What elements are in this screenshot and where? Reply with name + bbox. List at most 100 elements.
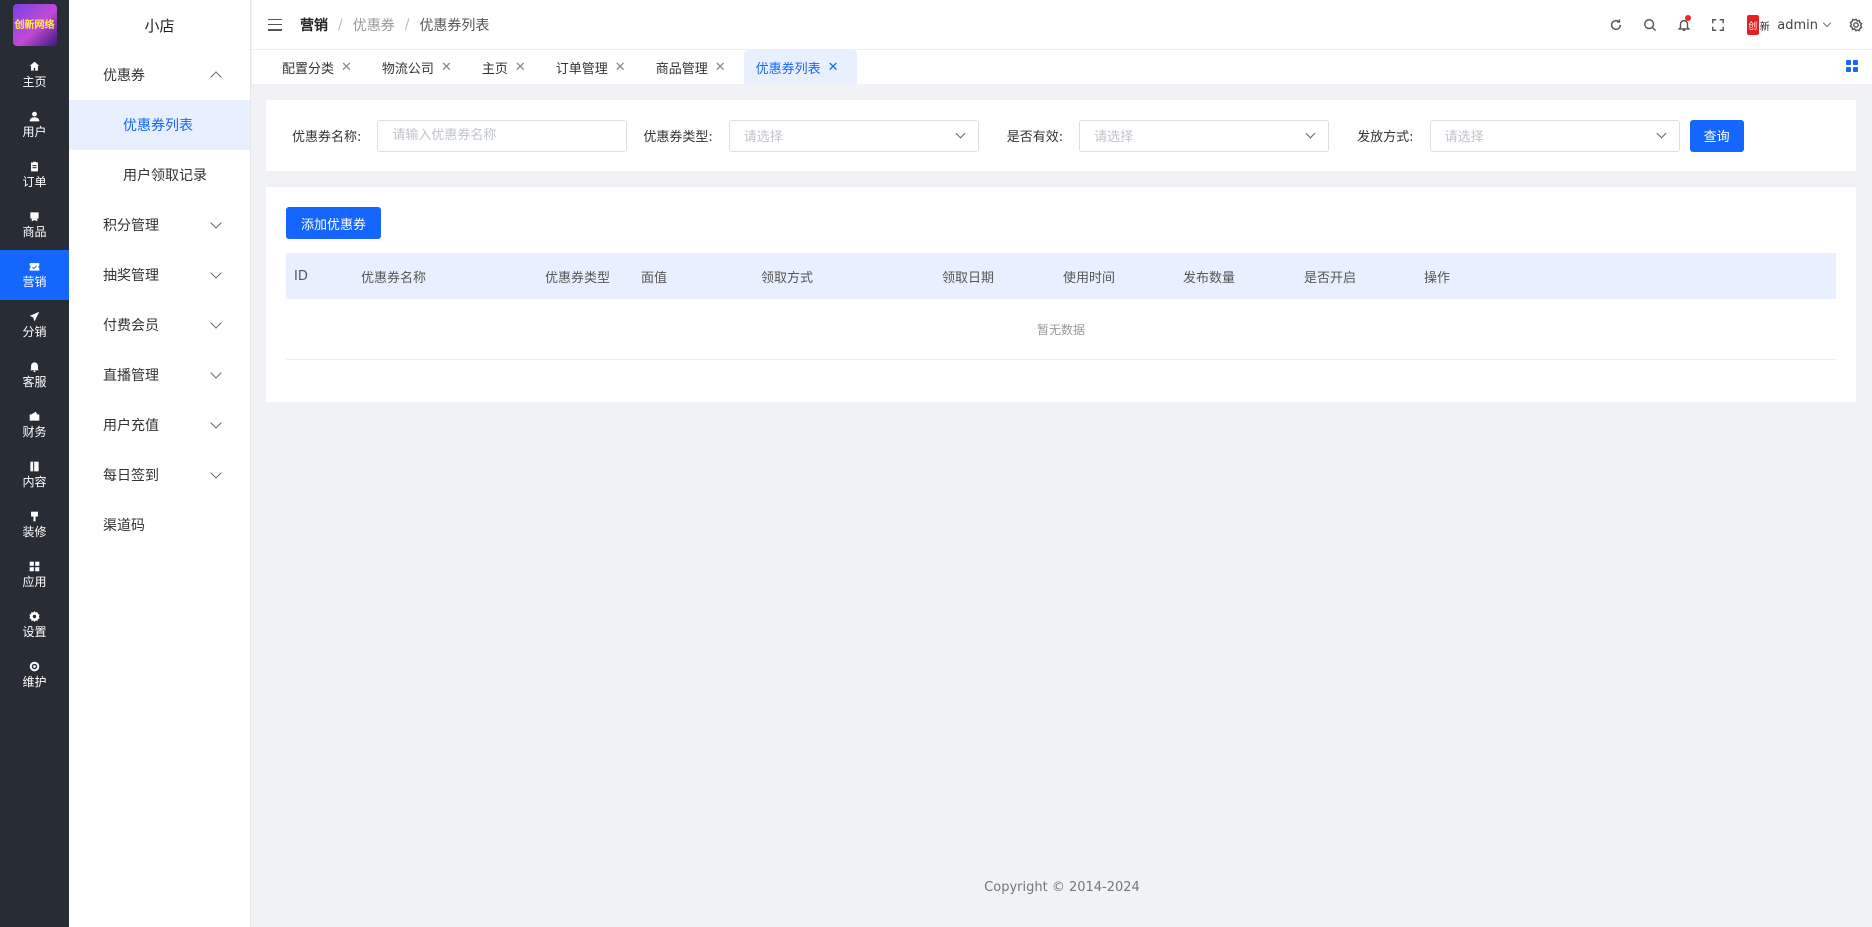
query-button[interactable]: 查询 [1689, 119, 1744, 152]
tab-item[interactable]: 配置分类 ✕ [270, 50, 370, 84]
collapse-menu-icon[interactable] [268, 18, 282, 31]
chevron-down-icon [210, 417, 222, 429]
circle-gear-icon [29, 661, 40, 672]
table-column-header: 领取日期 [942, 270, 995, 286]
menu-group-label: 用户充值 [103, 418, 159, 434]
menu-item-label: 渠道码 [103, 518, 145, 534]
shop-name: 小店 [144, 16, 175, 35]
rail-item-label: 订单 [22, 175, 47, 189]
breadcrumb-item: 优惠券列表 [419, 17, 490, 34]
menu-group-coupon[interactable]: 优惠券 [69, 50, 250, 100]
rail-item-gear[interactable]: 设置 [0, 600, 69, 650]
table-column-header: ID [294, 268, 308, 284]
tab-label: 商品管理 [655, 61, 708, 77]
rail-item-ticket[interactable]: 营销 [0, 250, 69, 300]
table-column-header: 优惠券名称 [361, 270, 427, 286]
add-coupon-button[interactable]: 添加优惠券 [286, 207, 382, 239]
breadcrumb: 营销 / 优惠券 / 优惠券列表 [300, 15, 489, 35]
menu-group-label: 直播管理 [103, 368, 159, 384]
rail-item-label: 应用 [22, 575, 47, 589]
search-icon[interactable] [1633, 0, 1667, 50]
rail-item-grid[interactable]: 应用 [0, 550, 69, 600]
close-icon[interactable]: ✕ [615, 60, 626, 75]
logo[interactable]: 创新网络 [0, 0, 69, 50]
clipboard-icon [29, 161, 40, 172]
rail-item-label: 装修 [22, 525, 47, 539]
breadcrumb-item[interactable]: 优惠券 [353, 15, 395, 35]
menu-item-receive-records[interactable]: 用户领取记录 [69, 150, 250, 200]
menu-group-item[interactable]: 抽奖管理 [69, 250, 250, 300]
select-placeholder: 请选择 [1094, 130, 1134, 145]
avatar[interactable]: 创 新 [1745, 12, 1772, 38]
close-icon[interactable]: ✕ [341, 60, 352, 75]
menu-group-item[interactable]: 每日签到 [69, 450, 250, 500]
coupon-type-select[interactable]: 请选择 [728, 119, 979, 152]
bell-icon[interactable] [1667, 0, 1701, 50]
rail-item-wallet[interactable]: 财务 [0, 400, 69, 450]
tab-item[interactable]: 主页 ✕ [470, 50, 544, 84]
rail-item-clipboard[interactable]: 订单 [0, 150, 69, 200]
tab-item[interactable]: 物流公司 ✕ [370, 50, 470, 84]
rail-item-label: 客服 [22, 375, 47, 389]
breadcrumb-separator: / [338, 16, 343, 33]
rail-item-label: 维护 [22, 675, 47, 689]
avatar-text: 新 [1759, 21, 1770, 33]
tab-item[interactable]: 优惠券列表 ✕ [743, 50, 857, 84]
home-icon [29, 61, 40, 72]
rail-item-label: 主页 [22, 75, 47, 89]
rail-item-label: 内容 [22, 475, 47, 489]
rail-item-user[interactable]: 用户 [0, 100, 69, 150]
send-icon [29, 311, 40, 322]
rail-item-send[interactable]: 分销 [0, 300, 69, 350]
chevron-down-icon[interactable] [1822, 18, 1832, 28]
rail-item-home[interactable]: 主页 [0, 50, 69, 100]
settings-gear-icon[interactable] [1844, 0, 1868, 50]
username[interactable]: admin [1777, 18, 1818, 33]
chevron-down-icon [1305, 128, 1316, 139]
fullscreen-icon[interactable] [1701, 0, 1735, 50]
logo-mark: 创新网络 [12, 4, 57, 46]
grid-icon [29, 561, 40, 572]
rail-item-label: 用户 [22, 125, 47, 139]
rail-item-box[interactable]: 商品 [0, 200, 69, 250]
tab-label: 主页 [481, 61, 508, 77]
tab-item[interactable]: 商品管理 ✕ [644, 50, 744, 84]
main-nav-rail: 创新网络 主页用户订单商品 营销 分销客服财务内容装修应用设置维护 [0, 0, 69, 927]
menu-item-coupon-list[interactable]: 优惠券列表 [69, 100, 250, 150]
close-icon[interactable]: ✕ [828, 60, 839, 75]
table-column-header: 面值 [641, 270, 668, 286]
menu-group-item[interactable]: 付费会员 [69, 300, 250, 350]
page-tabs: 配置分类 ✕ 物流公司 ✕ 主页 ✕ 订单管理 ✕ 商品管理 ✕ 优惠券列表 ✕ [252, 50, 1872, 84]
tab-label: 订单管理 [555, 61, 608, 77]
rail-item-book[interactable]: 内容 [0, 450, 69, 500]
table-header: ID 优惠券名称 优惠券类型 面值 领取方式 领取日期 使用时间 发布数量 是否开启 操作 [286, 253, 1836, 299]
breadcrumb-item[interactable]: 营销 [300, 15, 328, 35]
valid-select[interactable]: 请选择 [1079, 119, 1330, 152]
valid-label: 是否有效: [1006, 130, 1064, 145]
rail-item-circle-gear[interactable]: 维护 [0, 650, 69, 700]
rail-item-brush[interactable]: 装修 [0, 500, 69, 550]
issue-method-select[interactable]: 请选择 [1429, 119, 1680, 152]
tab-item[interactable]: 订单管理 ✕ [544, 50, 644, 84]
rail-item-label: 财务 [22, 425, 47, 439]
select-placeholder: 请选择 [743, 130, 783, 145]
menu-group-item[interactable]: 积分管理 [69, 200, 250, 250]
chevron-down-icon [210, 367, 222, 379]
menu-group-item[interactable]: 用户充值 [69, 400, 250, 450]
close-icon[interactable]: ✕ [515, 60, 526, 75]
wallet-icon [29, 411, 40, 422]
menu-group-item[interactable]: 直播管理 [69, 350, 250, 400]
close-icon[interactable]: ✕ [715, 60, 726, 75]
menu-group-label: 积分管理 [103, 218, 159, 234]
close-icon[interactable]: ✕ [441, 60, 452, 75]
empty-state: 暂无数据 [286, 299, 1836, 360]
rail-item-bell[interactable]: 客服 [0, 350, 69, 400]
coupon-name-input[interactable] [377, 119, 628, 152]
gear-icon [29, 611, 40, 622]
tabs-menu-icon[interactable] [1846, 60, 1858, 72]
refresh-icon[interactable] [1599, 0, 1633, 50]
table-column-header: 发布数量 [1183, 270, 1236, 286]
issue-method-label: 发放方式: [1357, 130, 1414, 145]
chevron-down-icon [955, 128, 966, 139]
menu-item-channel-code[interactable]: 渠道码 [69, 500, 250, 550]
